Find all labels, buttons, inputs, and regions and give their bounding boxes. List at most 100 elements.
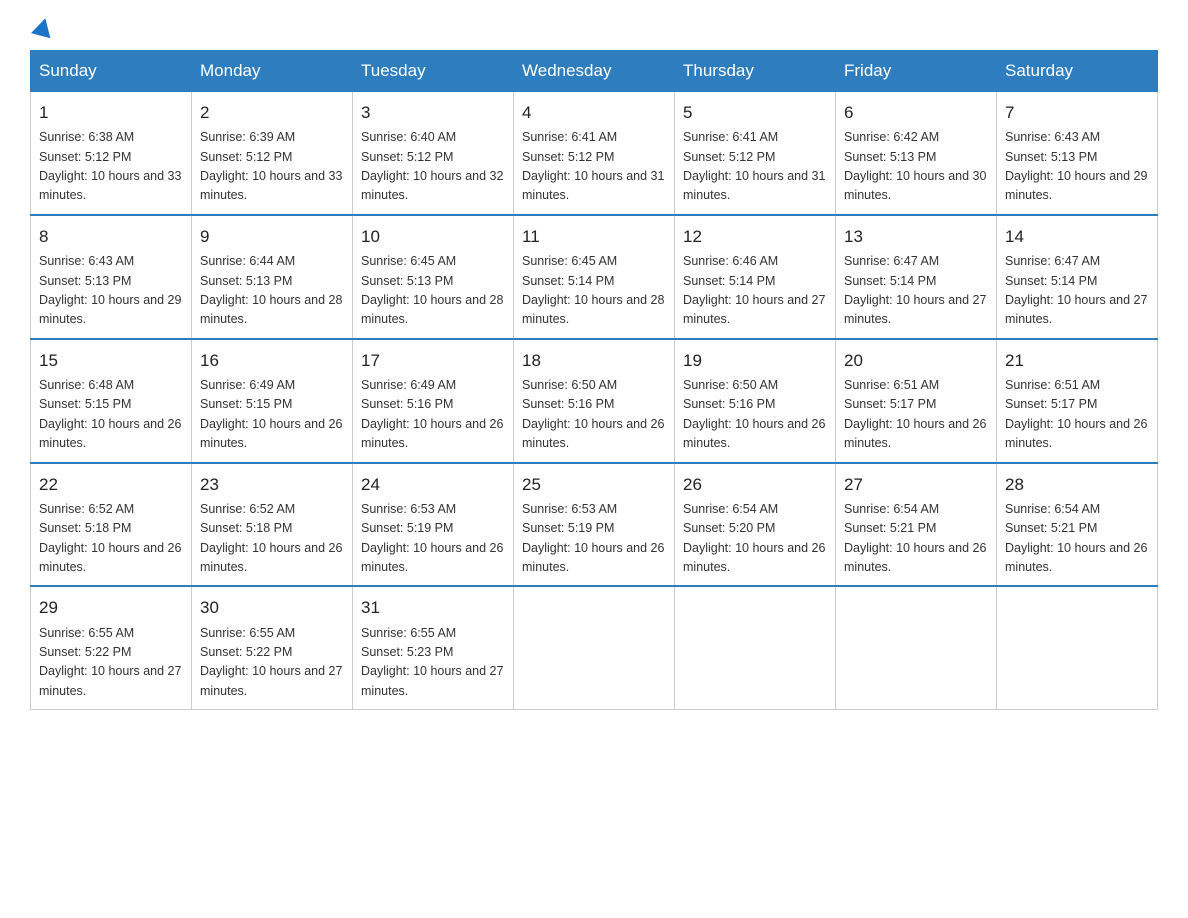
day-number: 13 [844,224,988,250]
calendar-cell: 12 Sunrise: 6:46 AM Sunset: 5:14 PM Dayl… [675,215,836,339]
day-sunrise: Sunrise: 6:53 AM [361,502,456,516]
calendar-cell: 20 Sunrise: 6:51 AM Sunset: 5:17 PM Dayl… [836,339,997,463]
day-number: 31 [361,595,505,621]
week-row-1: 1 Sunrise: 6:38 AM Sunset: 5:12 PM Dayli… [31,92,1158,215]
day-sunrise: Sunrise: 6:47 AM [1005,254,1100,268]
day-sunrise: Sunrise: 6:49 AM [200,378,295,392]
day-sunrise: Sunrise: 6:45 AM [522,254,617,268]
day-daylight: Daylight: 10 hours and 27 minutes. [200,664,342,697]
calendar-cell: 21 Sunrise: 6:51 AM Sunset: 5:17 PM Dayl… [997,339,1158,463]
day-daylight: Daylight: 10 hours and 32 minutes. [361,169,503,202]
day-sunset: Sunset: 5:13 PM [1005,150,1097,164]
day-sunrise: Sunrise: 6:42 AM [844,130,939,144]
calendar-cell: 10 Sunrise: 6:45 AM Sunset: 5:13 PM Dayl… [353,215,514,339]
day-sunset: Sunset: 5:19 PM [522,521,614,535]
day-daylight: Daylight: 10 hours and 26 minutes. [200,541,342,574]
week-row-2: 8 Sunrise: 6:43 AM Sunset: 5:13 PM Dayli… [31,215,1158,339]
day-sunrise: Sunrise: 6:55 AM [361,626,456,640]
day-of-week-wednesday: Wednesday [514,51,675,92]
day-sunrise: Sunrise: 6:48 AM [39,378,134,392]
day-daylight: Daylight: 10 hours and 26 minutes. [200,417,342,450]
day-number: 7 [1005,100,1149,126]
day-daylight: Daylight: 10 hours and 26 minutes. [683,541,825,574]
day-number: 17 [361,348,505,374]
day-daylight: Daylight: 10 hours and 26 minutes. [522,417,664,450]
calendar-cell: 7 Sunrise: 6:43 AM Sunset: 5:13 PM Dayli… [997,92,1158,215]
calendar-table: SundayMondayTuesdayWednesdayThursdayFrid… [30,50,1158,710]
calendar-cell: 31 Sunrise: 6:55 AM Sunset: 5:23 PM Dayl… [353,586,514,709]
day-daylight: Daylight: 10 hours and 26 minutes. [39,417,181,450]
day-daylight: Daylight: 10 hours and 26 minutes. [1005,541,1147,574]
day-daylight: Daylight: 10 hours and 33 minutes. [200,169,342,202]
day-number: 10 [361,224,505,250]
week-row-5: 29 Sunrise: 6:55 AM Sunset: 5:22 PM Dayl… [31,586,1158,709]
calendar-cell: 14 Sunrise: 6:47 AM Sunset: 5:14 PM Dayl… [997,215,1158,339]
day-sunrise: Sunrise: 6:44 AM [200,254,295,268]
day-sunset: Sunset: 5:14 PM [844,274,936,288]
day-sunset: Sunset: 5:18 PM [200,521,292,535]
day-sunrise: Sunrise: 6:43 AM [39,254,134,268]
day-sunrise: Sunrise: 6:45 AM [361,254,456,268]
day-sunset: Sunset: 5:15 PM [200,397,292,411]
day-number: 26 [683,472,827,498]
calendar-cell: 5 Sunrise: 6:41 AM Sunset: 5:12 PM Dayli… [675,92,836,215]
day-of-week-friday: Friday [836,51,997,92]
day-of-week-saturday: Saturday [997,51,1158,92]
day-sunset: Sunset: 5:13 PM [200,274,292,288]
day-number: 3 [361,100,505,126]
day-sunset: Sunset: 5:14 PM [683,274,775,288]
day-number: 24 [361,472,505,498]
calendar-cell: 4 Sunrise: 6:41 AM Sunset: 5:12 PM Dayli… [514,92,675,215]
day-sunset: Sunset: 5:12 PM [683,150,775,164]
day-sunrise: Sunrise: 6:55 AM [200,626,295,640]
day-sunset: Sunset: 5:22 PM [200,645,292,659]
day-number: 27 [844,472,988,498]
calendar-cell: 16 Sunrise: 6:49 AM Sunset: 5:15 PM Dayl… [192,339,353,463]
days-of-week-row: SundayMondayTuesdayWednesdayThursdayFrid… [31,51,1158,92]
day-number: 21 [1005,348,1149,374]
day-daylight: Daylight: 10 hours and 31 minutes. [683,169,825,202]
logo [30,20,53,30]
day-daylight: Daylight: 10 hours and 28 minutes. [361,293,503,326]
day-daylight: Daylight: 10 hours and 27 minutes. [683,293,825,326]
day-number: 6 [844,100,988,126]
day-daylight: Daylight: 10 hours and 30 minutes. [844,169,986,202]
day-number: 20 [844,348,988,374]
calendar-cell: 1 Sunrise: 6:38 AM Sunset: 5:12 PM Dayli… [31,92,192,215]
calendar-cell [836,586,997,709]
day-daylight: Daylight: 10 hours and 26 minutes. [683,417,825,450]
day-sunset: Sunset: 5:20 PM [683,521,775,535]
day-sunrise: Sunrise: 6:39 AM [200,130,295,144]
week-row-3: 15 Sunrise: 6:48 AM Sunset: 5:15 PM Dayl… [31,339,1158,463]
calendar-cell: 19 Sunrise: 6:50 AM Sunset: 5:16 PM Dayl… [675,339,836,463]
calendar-cell: 17 Sunrise: 6:49 AM Sunset: 5:16 PM Dayl… [353,339,514,463]
day-sunrise: Sunrise: 6:51 AM [844,378,939,392]
day-sunrise: Sunrise: 6:41 AM [522,130,617,144]
day-sunrise: Sunrise: 6:51 AM [1005,378,1100,392]
day-number: 8 [39,224,183,250]
calendar-cell: 8 Sunrise: 6:43 AM Sunset: 5:13 PM Dayli… [31,215,192,339]
day-sunrise: Sunrise: 6:38 AM [39,130,134,144]
day-sunrise: Sunrise: 6:50 AM [522,378,617,392]
day-sunset: Sunset: 5:16 PM [361,397,453,411]
day-number: 5 [683,100,827,126]
day-sunset: Sunset: 5:21 PM [1005,521,1097,535]
day-sunset: Sunset: 5:21 PM [844,521,936,535]
day-daylight: Daylight: 10 hours and 29 minutes. [1005,169,1147,202]
calendar-cell: 15 Sunrise: 6:48 AM Sunset: 5:15 PM Dayl… [31,339,192,463]
day-number: 11 [522,224,666,250]
day-daylight: Daylight: 10 hours and 26 minutes. [361,541,503,574]
day-sunrise: Sunrise: 6:55 AM [39,626,134,640]
calendar-cell [514,586,675,709]
day-daylight: Daylight: 10 hours and 26 minutes. [361,417,503,450]
calendar-cell: 29 Sunrise: 6:55 AM Sunset: 5:22 PM Dayl… [31,586,192,709]
day-sunrise: Sunrise: 6:54 AM [844,502,939,516]
day-sunset: Sunset: 5:14 PM [522,274,614,288]
day-daylight: Daylight: 10 hours and 27 minutes. [361,664,503,697]
day-daylight: Daylight: 10 hours and 26 minutes. [844,417,986,450]
day-sunset: Sunset: 5:23 PM [361,645,453,659]
day-sunset: Sunset: 5:16 PM [683,397,775,411]
day-number: 25 [522,472,666,498]
day-sunset: Sunset: 5:19 PM [361,521,453,535]
day-number: 12 [683,224,827,250]
